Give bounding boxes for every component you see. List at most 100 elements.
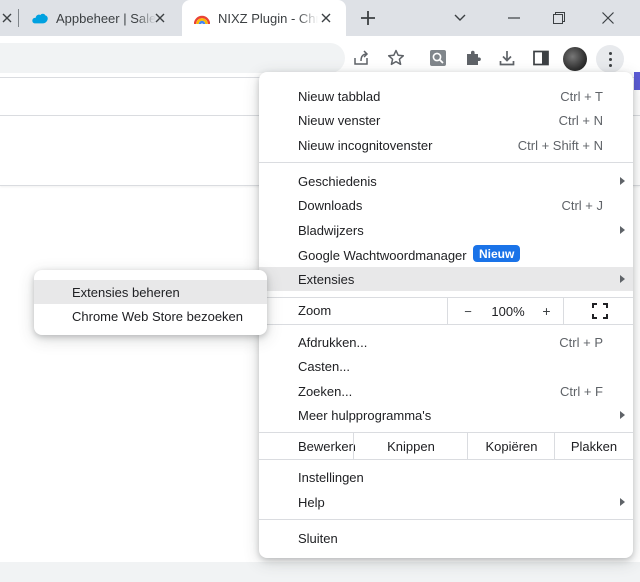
tab-close-button[interactable] [152, 10, 168, 26]
menu-item-label: Afdrukken... [298, 334, 368, 350]
tab-search-button[interactable] [438, 0, 482, 36]
close-window-button[interactable] [586, 0, 630, 36]
submenu-item-label: Chrome Web Store bezoeken [72, 308, 244, 324]
menu-item-label: Help [298, 494, 325, 510]
tab-strip: Appbeheer | Sales NIXZ Plugin - Chrome [0, 0, 640, 36]
zoom-out-button[interactable]: − [448, 298, 488, 324]
side-panel-button[interactable] [529, 46, 553, 70]
menu-item-label: Sluiten [298, 530, 338, 546]
new-tab-button[interactable] [356, 6, 380, 30]
address-bar[interactable] [0, 43, 345, 73]
tab-close-button[interactable] [318, 10, 334, 26]
fullscreen-icon[interactable] [592, 303, 608, 319]
close-icon [602, 12, 614, 24]
submenu-item-visit-web-store[interactable]: Chrome Web Store bezoeken [34, 304, 267, 328]
menu-item-more-tools[interactable]: Meer hulpprogramma's [259, 403, 633, 427]
minimize-button[interactable] [492, 0, 536, 36]
menu-item-extensions[interactable]: Extensies [259, 267, 633, 291]
menu-item-label: Nieuw venster [298, 112, 381, 128]
menu-item-new-window[interactable]: Nieuw venster Ctrl + N [259, 108, 633, 132]
tab-separator [18, 9, 19, 27]
zoom-controls: − 100% + [447, 298, 564, 324]
tab-title: NIXZ Plugin - Chrome [218, 10, 318, 26]
menu-item-label: Nieuw incognitovenster [298, 137, 433, 153]
chrome-webstore-rainbow-icon [194, 10, 210, 26]
menu-item-bookmarks[interactable]: Bladwijzers [259, 218, 633, 242]
page-footer-strip [0, 562, 640, 582]
share-icon [354, 50, 369, 65]
menu-item-downloads[interactable]: Downloads Ctrl + J [259, 193, 633, 217]
tab-nixz-plugin[interactable]: NIXZ Plugin - Chrome [182, 0, 346, 36]
menu-item-help[interactable]: Help [259, 490, 633, 514]
submenu-arrow-icon [620, 275, 625, 283]
submenu-item-label: Extensies beheren [72, 284, 180, 300]
salesforce-cloud-icon [32, 10, 48, 26]
zoom-level: 100% [491, 303, 525, 319]
side-panel-icon [533, 50, 549, 66]
menu-item-shortcut: Ctrl + F [560, 383, 603, 399]
menu-separator [259, 162, 633, 163]
menu-item-label: Google Wachtwoordmanager [298, 247, 467, 263]
chevron-down-icon [454, 14, 466, 21]
menu-item-find[interactable]: Zoeken... Ctrl + F [259, 379, 633, 403]
menu-item-shortcut: Ctrl + P [559, 334, 603, 350]
submenu-item-manage-extensions[interactable]: Extensies beheren [34, 280, 267, 304]
download-icon [499, 51, 515, 66]
menu-item-label: Downloads [298, 197, 363, 213]
menu-item-new-incognito-window[interactable]: Nieuw incognitovenster Ctrl + Shift + N [259, 133, 633, 157]
extensions-button[interactable] [461, 46, 485, 70]
downloads-button[interactable] [495, 46, 519, 70]
share-button[interactable] [349, 46, 373, 70]
menu-item-label: Zoeken... [298, 383, 353, 399]
close-icon [2, 13, 12, 23]
menu-item-label: Nieuw tabblad [298, 88, 381, 104]
edit-label: Bewerken [298, 439, 356, 454]
menu-item-exit[interactable]: Sluiten [259, 526, 633, 550]
search-extension-button[interactable] [426, 46, 450, 70]
extensions-submenu: Extensies beheren Chrome Web Store bezoe… [34, 270, 267, 335]
bookmark-button[interactable] [384, 46, 408, 70]
more-menu-icon [608, 51, 612, 55]
copy-button[interactable]: Kopiëren [467, 433, 555, 459]
menu-item-settings[interactable]: Instellingen [259, 465, 633, 489]
chrome-main-menu: Nieuw tabblad Ctrl + T Nieuw venster Ctr… [259, 72, 633, 558]
menu-item-password-manager[interactable]: Google Wachtwoordmanager Nieuw [259, 243, 633, 267]
menu-item-shortcut: Ctrl + J [561, 197, 603, 213]
menu-separator [259, 459, 633, 460]
submenu-arrow-icon [620, 411, 625, 419]
tab-appbeheer[interactable]: Appbeheer | Sales [20, 0, 180, 36]
zoom-row: Zoom − 100% + [259, 298, 633, 324]
menu-item-label: Geschiedenis [298, 173, 377, 189]
paste-button[interactable]: Plakken [554, 433, 633, 459]
restore-icon [553, 12, 565, 24]
submenu-arrow-icon [620, 177, 625, 185]
menu-item-new-tab[interactable]: Nieuw tabblad Ctrl + T [259, 84, 633, 108]
extensions-puzzle-icon [467, 50, 481, 65]
plus-icon [361, 11, 375, 25]
submenu-arrow-icon [620, 498, 625, 506]
bookmark-star-icon [387, 49, 405, 66]
menu-item-print[interactable]: Afdrukken... Ctrl + P [259, 330, 633, 354]
zoom-label: Zoom [298, 303, 332, 318]
menu-item-cast[interactable]: Casten... [259, 354, 633, 378]
search-extension-icon [430, 50, 446, 66]
menu-item-history[interactable]: Geschiedenis [259, 169, 633, 193]
new-badge: Nieuw [473, 245, 521, 262]
edit-row: Bewerken Knippen Kopiëren Plakken [259, 433, 633, 459]
minimize-icon [508, 17, 520, 19]
restore-button[interactable] [537, 0, 581, 36]
page-side-accent [634, 72, 640, 90]
submenu-arrow-icon [620, 226, 625, 234]
close-icon [321, 13, 331, 23]
tab-title: Appbeheer | Sales [56, 10, 156, 26]
close-icon [155, 13, 165, 23]
cut-button[interactable]: Knippen [353, 433, 468, 459]
more-menu-button[interactable] [596, 45, 624, 73]
menu-separator [259, 324, 633, 325]
menu-item-shortcut: Ctrl + T [560, 88, 603, 104]
profile-avatar[interactable] [563, 47, 587, 71]
zoom-in-button[interactable]: + [528, 298, 565, 324]
menu-item-shortcut: Ctrl + N [558, 112, 603, 128]
menu-item-shortcut: Ctrl + Shift + N [517, 137, 603, 153]
previous-tab-close-button[interactable] [0, 0, 14, 36]
